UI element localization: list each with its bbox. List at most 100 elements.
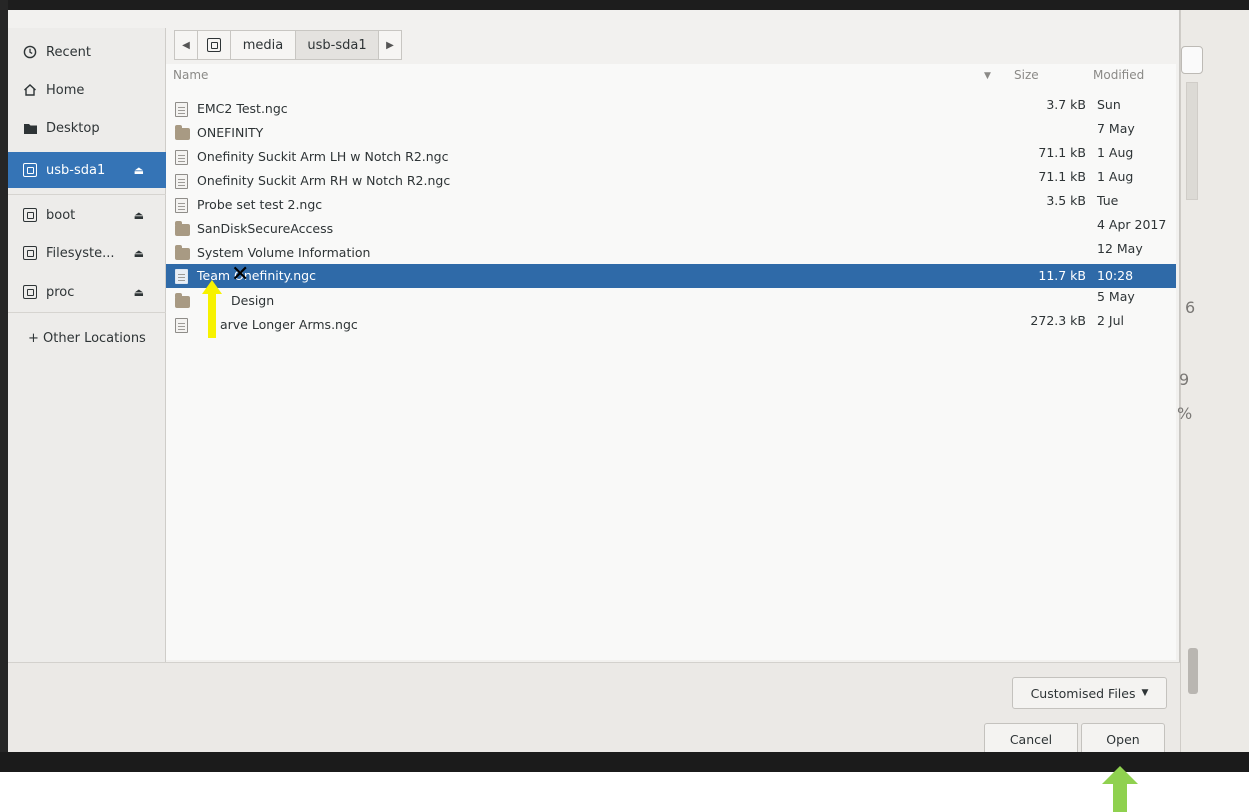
sidebar-item-other-locations[interactable]: + Other Locations: [8, 321, 166, 355]
cancel-button[interactable]: Cancel: [984, 723, 1078, 755]
arrow-up-icon: [1102, 766, 1138, 812]
table-row[interactable]: Onefinity Suckit Arm RH w Notch R2.ngc 7…: [166, 169, 1176, 193]
file-size: 3.5 kB: [1046, 193, 1086, 208]
sidebar-item-desktop[interactable]: Desktop: [8, 111, 166, 145]
file-filter-dropdown[interactable]: Customised Files ▼: [1012, 677, 1167, 709]
file-icon: [175, 318, 188, 333]
table-row[interactable]: Design 5 May: [166, 289, 1176, 313]
eject-icon[interactable]: ⏏: [134, 247, 144, 260]
background-fragment: %: [1177, 404, 1193, 423]
home-icon: [22, 82, 38, 98]
file-size: 272.3 kB: [1030, 313, 1086, 328]
path-forward-button[interactable]: ▶: [378, 30, 402, 60]
file-name: ONEFINITY: [197, 125, 264, 140]
drive-icon: [22, 245, 38, 261]
file-icon: [175, 198, 188, 213]
file-size: 71.1 kB: [1038, 145, 1086, 160]
table-row[interactable]: Onefinity Suckit Arm LH w Notch R2.ngc 7…: [166, 145, 1176, 169]
sidebar-separator: [8, 194, 166, 195]
table-row[interactable]: SanDiskSecureAccess 4 Apr 2017: [166, 217, 1176, 241]
file-icon: [175, 102, 188, 117]
dialog-footer: Customised Files ▼ Cancel Open: [8, 662, 1180, 755]
sidebar-item-label: boot: [46, 207, 76, 223]
sidebar-item-home[interactable]: Home: [8, 73, 166, 107]
path-root-button[interactable]: [197, 30, 231, 60]
chevron-down-icon: ▼: [1141, 688, 1149, 698]
path-bar: ◀ media usb-sda1 ▶: [174, 30, 402, 60]
file-name: EMC2 Test.ngc: [197, 101, 288, 116]
background-input: [1181, 46, 1203, 74]
file-modified: 4 Apr 2017: [1097, 217, 1167, 232]
sort-down-icon: ▼: [984, 71, 991, 81]
background-fragment: 9: [1179, 370, 1190, 389]
sidebar-item-label: Desktop: [46, 120, 100, 136]
file-modified: Sun: [1097, 97, 1121, 112]
places-sidebar: Recent Home Desktop usb-sda1 ⏏ boot ⏏ Fi…: [8, 28, 166, 662]
sidebar-item-proc[interactable]: proc ⏏: [8, 275, 166, 309]
screen-bezel-top: [0, 0, 1249, 10]
sidebar-item-filesystem[interactable]: Filesyste... ⏏: [8, 236, 166, 270]
file-modified: 7 May: [1097, 121, 1135, 136]
file-name: Onefinity Suckit Arm RH w Notch R2.ngc: [197, 173, 451, 188]
background-panel: [1186, 82, 1198, 200]
file-size: 71.1 kB: [1038, 169, 1086, 184]
arrow-up-icon: [202, 280, 222, 338]
eject-icon[interactable]: ⏏: [134, 209, 144, 222]
table-row[interactable]: EMC2 Test.ngc 3.7 kB Sun: [166, 97, 1176, 121]
sidebar-item-label: Recent: [46, 44, 91, 60]
drive-icon: [207, 38, 221, 52]
file-filter-label: Customised Files: [1030, 685, 1136, 701]
screen-bezel-left: [0, 0, 8, 770]
eject-icon[interactable]: ⏏: [134, 286, 144, 299]
table-row[interactable]: ONEFINITY 7 May: [166, 121, 1176, 145]
screen-bezel-bottom: [0, 752, 1249, 772]
table-row[interactable]: System Volume Information 12 May: [166, 241, 1176, 265]
background-scrollbar: [1188, 648, 1198, 694]
path-segment-usb-sda1[interactable]: usb-sda1: [295, 30, 379, 60]
chevron-left-icon: ◀: [182, 39, 190, 51]
file-modified: 2 Jul: [1097, 313, 1125, 328]
file-name: Design: [231, 293, 275, 308]
file-icon: [175, 174, 188, 189]
clock-icon: [22, 44, 38, 60]
file-icon: [175, 269, 188, 284]
file-modified: 10:28: [1097, 268, 1134, 283]
table-row-selected[interactable]: Team Onefinity.ngc 11.7 kB 10:28: [166, 264, 1176, 288]
sidebar-item-boot[interactable]: boot ⏏: [8, 198, 166, 232]
sidebar-item-label: Home: [46, 82, 85, 98]
column-header: Name ▼ Size Modified: [166, 64, 1176, 86]
file-size: 3.7 kB: [1046, 97, 1086, 112]
table-row[interactable]: Probe set test 2.ngc 3.5 kB Tue: [166, 193, 1176, 217]
chevron-right-icon: ▶: [386, 39, 394, 51]
file-size: 11.7 kB: [1038, 268, 1086, 283]
file-modified: Tue: [1097, 193, 1119, 208]
path-back-button[interactable]: ◀: [174, 30, 198, 60]
file-modified: 5 May: [1097, 289, 1135, 304]
path-segment-media[interactable]: media: [230, 30, 296, 60]
drive-icon: [22, 162, 38, 178]
table-row[interactable]: arve Longer Arms.ngc 272.3 kB 2 Jul: [166, 313, 1176, 337]
file-name: SanDiskSecureAccess: [197, 221, 334, 236]
column-header-name[interactable]: Name: [173, 68, 208, 82]
background-fragment: 6: [1185, 298, 1196, 317]
open-button[interactable]: Open: [1081, 723, 1165, 755]
folder-icon: [175, 125, 190, 140]
file-modified: 12 May: [1097, 241, 1143, 256]
folder-icon: [175, 245, 190, 260]
folder-icon: [175, 221, 190, 236]
file-name: arve Longer Arms.ngc: [220, 317, 358, 332]
file-modified: 1 Aug: [1097, 145, 1134, 160]
photo-frame: 6 9 % Recent Home Desktop usb-sda1 ⏏ boo…: [0, 0, 1249, 812]
sidebar-item-label: usb-sda1: [46, 162, 106, 178]
file-name: Onefinity Suckit Arm LH w Notch R2.ngc: [197, 149, 449, 164]
file-name: Probe set test 2.ngc: [197, 197, 323, 212]
file-icon: [175, 150, 188, 165]
column-header-modified[interactable]: Modified: [1093, 68, 1144, 82]
close-icon: ✕: [231, 262, 250, 287]
sidebar-item-usb-sda1[interactable]: usb-sda1 ⏏: [8, 152, 166, 188]
eject-icon[interactable]: ⏏: [134, 164, 144, 177]
sidebar-item-label: + Other Locations: [28, 330, 146, 346]
sidebar-item-recent[interactable]: Recent: [8, 35, 166, 69]
file-modified: 1 Aug: [1097, 169, 1134, 184]
column-header-size[interactable]: Size: [1014, 68, 1039, 82]
